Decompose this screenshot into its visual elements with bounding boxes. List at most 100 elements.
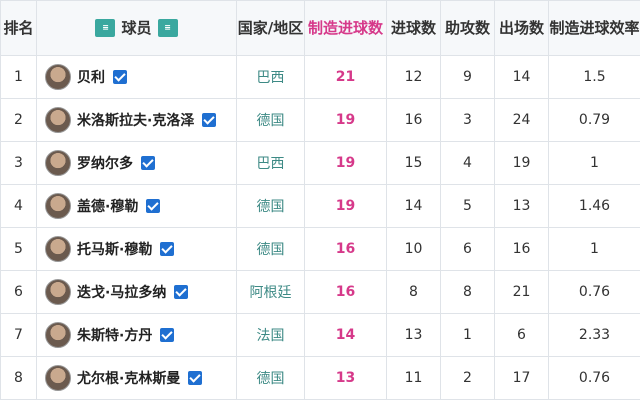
header-player[interactable]: ≡ 球员 ≡ [36, 0, 237, 56]
player-name-link[interactable]: 贝利 [77, 67, 105, 87]
table-row: 3 罗纳尔多 巴西 19 15 4 19 1 [0, 141, 640, 185]
efficiency-cell: 0.79 [548, 98, 640, 142]
assists-cell: 1 [440, 313, 495, 357]
apps-cell: 6 [494, 313, 549, 357]
header-player-label: 球员 [121, 19, 152, 37]
player-cell: 尤尔根·克林斯曼 [36, 356, 237, 400]
created-goals-cell: 19 [304, 98, 387, 142]
rank-cell: 8 [0, 356, 37, 400]
table-row: 6 迭戈·马拉多纳 阿根廷 16 8 8 21 0.76 [0, 270, 640, 314]
header-efficiency[interactable]: 制造进球效率 [548, 0, 640, 56]
player-cell: 米洛斯拉夫·克洛泽 [36, 98, 237, 142]
efficiency-cell: 0.76 [548, 270, 640, 314]
rank-cell: 5 [0, 227, 37, 271]
efficiency-cell: 1 [548, 227, 640, 271]
efficiency-cell: 1.46 [548, 184, 640, 228]
rank-cell: 7 [0, 313, 37, 357]
player-cell: 朱斯特·方丹 [36, 313, 237, 357]
goals-cell: 11 [386, 356, 441, 400]
player-cell: 罗纳尔多 [36, 141, 237, 185]
assists-cell: 2 [440, 356, 495, 400]
country-cell: 巴西 [236, 141, 305, 185]
goals-cell: 14 [386, 184, 441, 228]
country-cell: 德国 [236, 98, 305, 142]
header-apps[interactable]: 出场数 [494, 0, 549, 56]
goals-cell: 13 [386, 313, 441, 357]
assists-cell: 5 [440, 184, 495, 228]
created-goals-cell: 16 [304, 270, 387, 314]
goals-cell: 12 [386, 55, 441, 99]
assists-cell: 6 [440, 227, 495, 271]
header-assists[interactable]: 助攻数 [440, 0, 495, 56]
table-row: 5 托马斯·穆勒 德国 16 10 6 16 1 [0, 227, 640, 271]
apps-cell: 19 [494, 141, 549, 185]
player-cell: 盖德·穆勒 [36, 184, 237, 228]
player-avatar [45, 236, 71, 262]
rank-cell: 3 [0, 141, 37, 185]
checkbox-checked-icon[interactable] [174, 285, 189, 299]
assists-cell: 9 [440, 55, 495, 99]
assists-cell: 3 [440, 98, 495, 142]
country-cell: 德国 [236, 184, 305, 228]
country-cell: 德国 [236, 356, 305, 400]
table-row: 2 米洛斯拉夫·克洛泽 德国 19 16 3 24 0.79 [0, 98, 640, 142]
checkbox-checked-icon[interactable] [160, 328, 175, 342]
apps-cell: 16 [494, 227, 549, 271]
rank-cell: 6 [0, 270, 37, 314]
checkbox-checked-icon[interactable] [113, 70, 127, 84]
player-avatar [45, 150, 71, 176]
country-cell: 阿根廷 [236, 270, 305, 314]
player-name-link[interactable]: 托马斯·穆勒 [77, 239, 152, 259]
header-country[interactable]: 国家/地区 [236, 0, 305, 56]
table-row: 4 盖德·穆勒 德国 19 14 5 13 1.46 [0, 184, 640, 228]
efficiency-cell: 0.76 [548, 356, 640, 400]
player-cell: 迭戈·马拉多纳 [36, 270, 237, 314]
header-rank[interactable]: 排名 [0, 0, 37, 56]
created-goals-cell: 16 [304, 227, 387, 271]
player-avatar [45, 279, 71, 305]
table-row: 1 贝利 巴西 21 12 9 14 1.5 [0, 55, 640, 99]
sort-icon[interactable]: ≡ [95, 19, 116, 37]
player-avatar [45, 322, 71, 348]
goals-cell: 15 [386, 141, 441, 185]
checkbox-checked-icon[interactable] [202, 113, 217, 127]
assists-cell: 4 [440, 141, 495, 185]
player-avatar [45, 107, 71, 133]
header-created-goals[interactable]: 制造进球数 [304, 0, 387, 56]
apps-cell: 14 [494, 55, 549, 99]
checkbox-checked-icon[interactable] [146, 199, 161, 213]
apps-cell: 21 [494, 270, 549, 314]
table-row: 8 尤尔根·克林斯曼 德国 13 11 2 17 0.76 [0, 356, 640, 400]
player-avatar [45, 64, 71, 90]
rank-cell: 2 [0, 98, 37, 142]
table-body: 1 贝利 巴西 21 12 9 14 1.5 2 米洛斯拉夫·克洛泽 德国 19… [0, 55, 640, 400]
table-row: 7 朱斯特·方丹 法国 14 13 1 6 2.33 [0, 313, 640, 357]
player-name-link[interactable]: 盖德·穆勒 [77, 196, 138, 216]
player-name-link[interactable]: 迭戈·马拉多纳 [77, 282, 166, 302]
checkbox-checked-icon[interactable] [160, 242, 175, 256]
header-goals[interactable]: 进球数 [386, 0, 441, 56]
player-avatar [45, 193, 71, 219]
goals-cell: 8 [386, 270, 441, 314]
created-goals-cell: 21 [304, 55, 387, 99]
player-avatar [45, 365, 71, 391]
sort-icon[interactable]: ≡ [157, 19, 178, 37]
rank-cell: 1 [0, 55, 37, 99]
country-cell: 德国 [236, 227, 305, 271]
assists-cell: 8 [440, 270, 495, 314]
created-goals-cell: 19 [304, 141, 387, 185]
checkbox-checked-icon[interactable] [141, 156, 155, 170]
player-name-link[interactable]: 罗纳尔多 [77, 153, 133, 173]
player-name-link[interactable]: 尤尔根·克林斯曼 [77, 368, 180, 388]
apps-cell: 17 [494, 356, 549, 400]
table-header-row: 排名 ≡ 球员 ≡ 国家/地区 制造进球数 进球数 助攻数 出场数 制造进球效率 [0, 0, 640, 56]
player-name-link[interactable]: 朱斯特·方丹 [77, 325, 152, 345]
country-cell: 法国 [236, 313, 305, 357]
rank-cell: 4 [0, 184, 37, 228]
efficiency-cell: 1.5 [548, 55, 640, 99]
goals-cell: 16 [386, 98, 441, 142]
player-cell: 托马斯·穆勒 [36, 227, 237, 271]
goals-cell: 10 [386, 227, 441, 271]
player-name-link[interactable]: 米洛斯拉夫·克洛泽 [77, 110, 194, 130]
checkbox-checked-icon[interactable] [188, 371, 203, 385]
